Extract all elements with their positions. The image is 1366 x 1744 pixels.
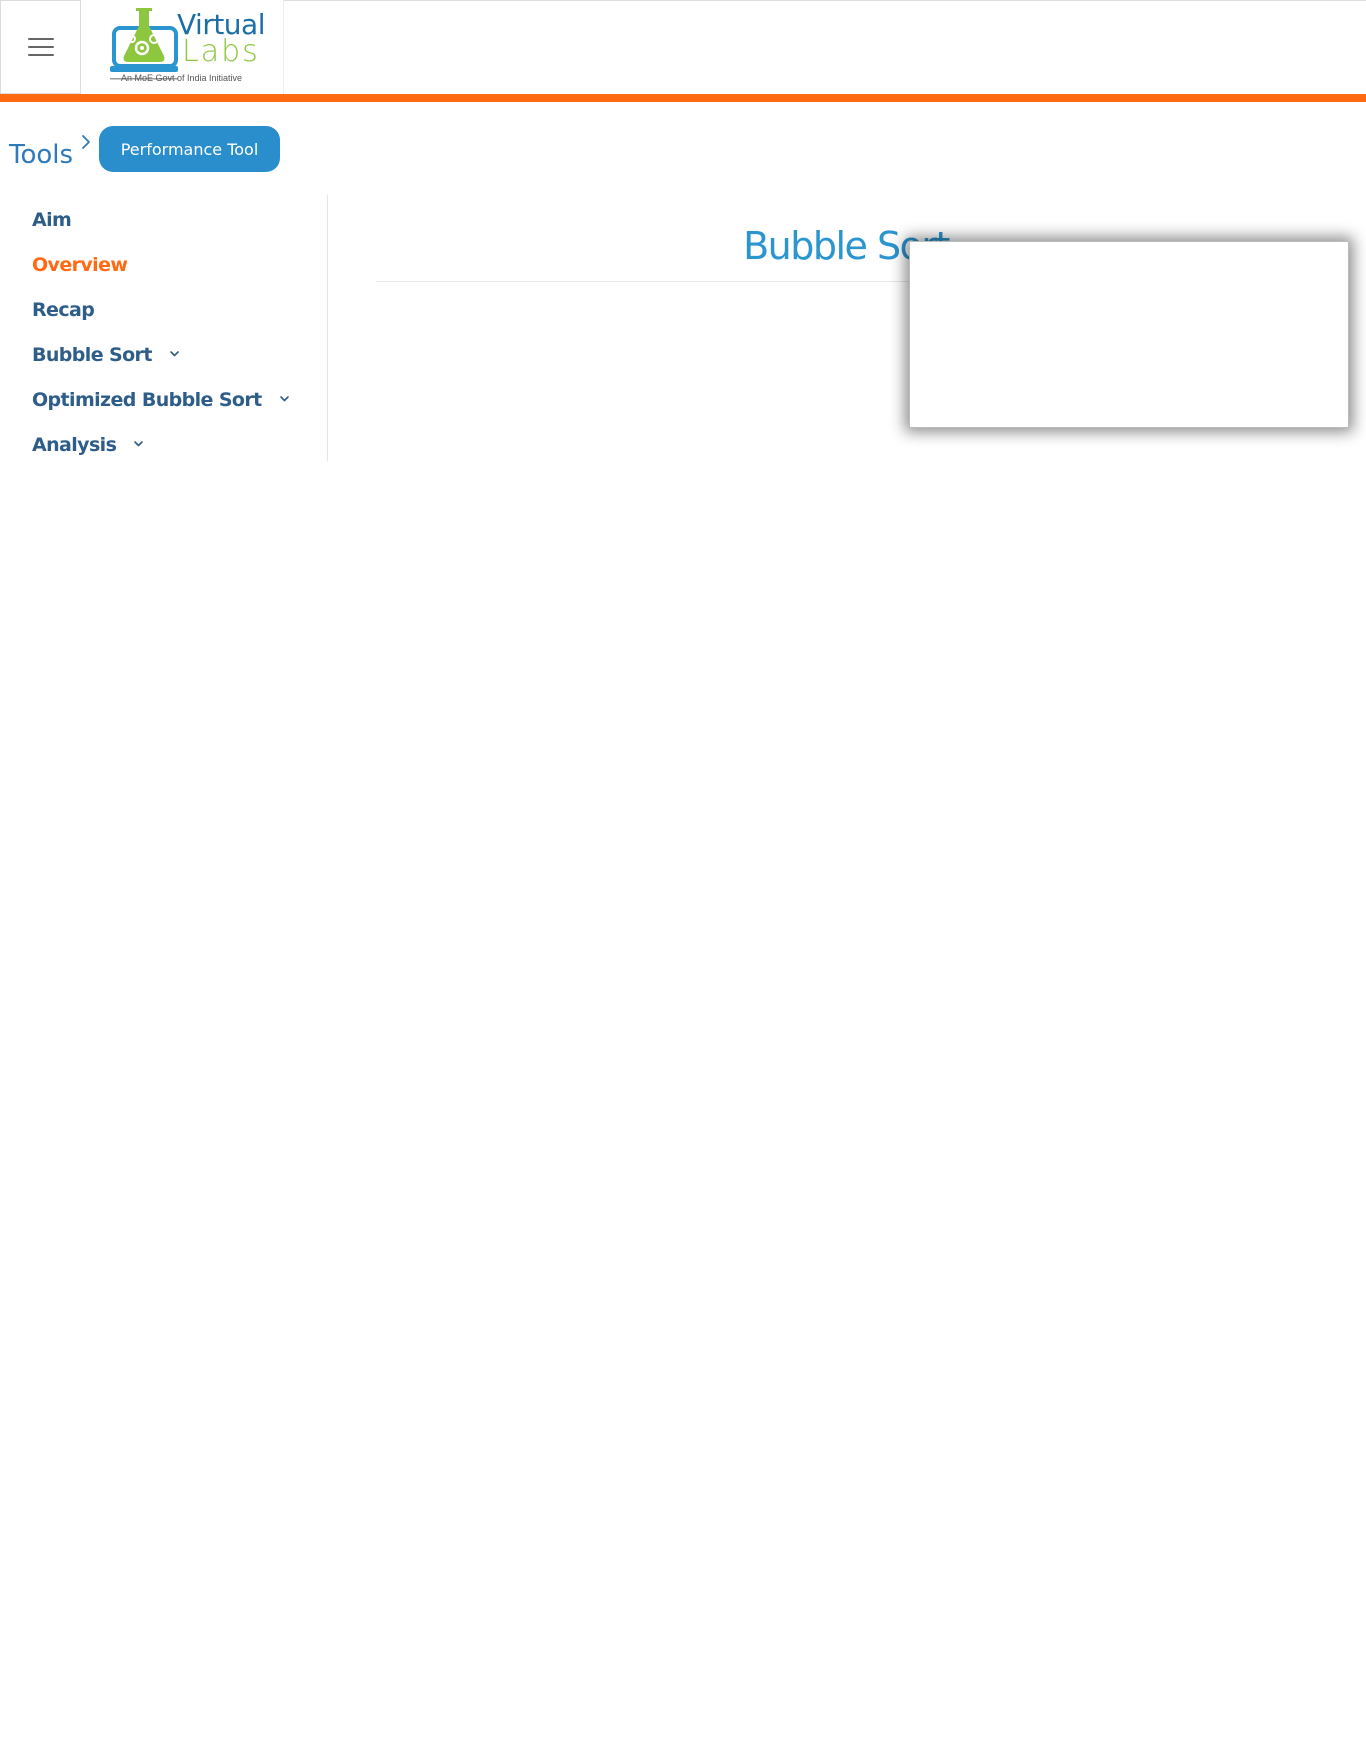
chevron-right-icon: [82, 135, 90, 149]
menu-toggle-button[interactable]: [0, 0, 81, 94]
breadcrumb-tools-link[interactable]: Tools: [9, 139, 73, 171]
chevron-down-icon[interactable]: [279, 393, 290, 404]
header-divider: [284, 0, 1366, 1]
sidebar-item-analysis[interactable]: Analysis: [32, 427, 144, 463]
site-header: Virtual Labs An MoE Govt of India Initia…: [0, 0, 1366, 102]
chevron-down-icon[interactable]: [169, 348, 180, 359]
sidebar-item-label: Optimized Bubble Sort: [32, 389, 262, 411]
virtual-labs-logo[interactable]: Virtual Labs An MoE Govt of India Initia…: [81, 0, 284, 94]
performance-tool-button[interactable]: Performance Tool: [99, 126, 280, 172]
sidebar-item-recap[interactable]: Recap: [32, 292, 95, 328]
sidebar-item-label: Recap: [32, 299, 95, 321]
logo-text-labs: Labs: [182, 34, 260, 69]
hamburger-menu-icon: [27, 37, 54, 57]
header-accent-bar: [0, 94, 1366, 102]
chevron-down-icon[interactable]: [133, 438, 144, 449]
logo-tagline: An MoE Govt of India Initiative: [121, 73, 243, 83]
logo-laptop-flask-icon: [110, 8, 178, 80]
sidebar-item-label: Bubble Sort: [32, 344, 152, 366]
overlay-panel[interactable]: [909, 241, 1349, 428]
sidebar-nav: Aim Overview Recap Bubble Sort Optimized…: [0, 195, 328, 461]
sidebar-item-label: Analysis: [32, 434, 117, 456]
sidebar-item-label: Aim: [32, 209, 72, 231]
breadcrumb: Tools Performance Tool: [9, 126, 409, 174]
sidebar-item-overview[interactable]: Overview: [32, 247, 128, 283]
sidebar-item-bubble-sort[interactable]: Bubble Sort: [32, 337, 180, 373]
sidebar-item-optimized-bubble-sort[interactable]: Optimized Bubble Sort: [32, 382, 290, 418]
sidebar-item-aim[interactable]: Aim: [32, 202, 72, 238]
sidebar-item-label: Overview: [32, 254, 128, 276]
